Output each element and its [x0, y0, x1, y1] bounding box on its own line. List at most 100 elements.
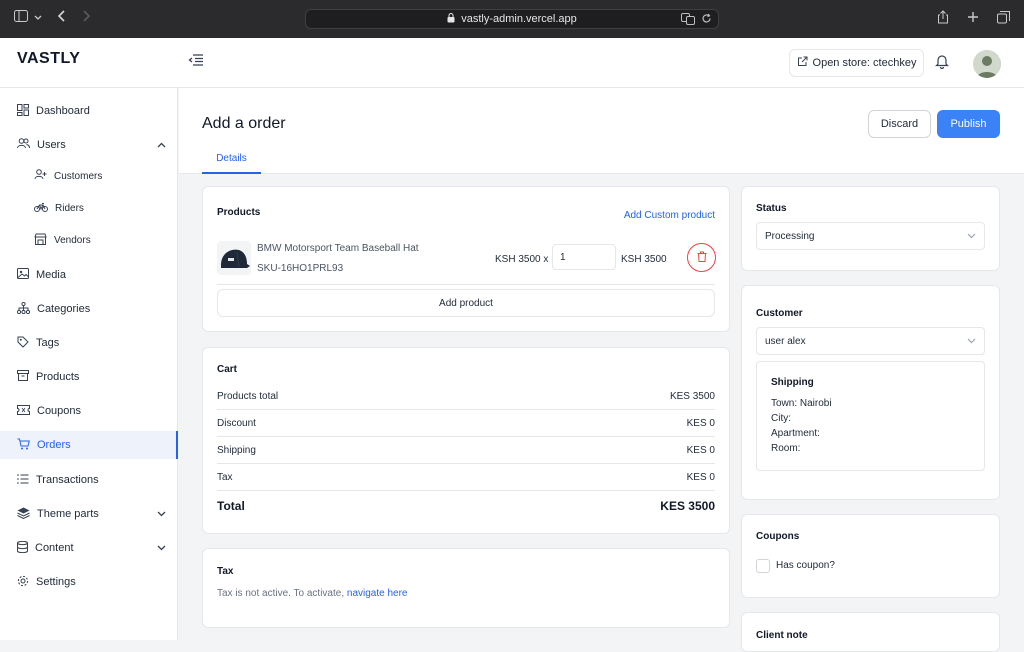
sidebar-item-transactions[interactable]: Transactions	[0, 466, 178, 494]
sidebar-item-label: Settings	[36, 576, 76, 588]
sidebar-item-label: Customers	[54, 170, 103, 182]
sidebar-item-settings[interactable]: Settings	[0, 568, 178, 596]
customer-select[interactable]: user alex	[756, 327, 985, 355]
layers-icon	[17, 507, 30, 522]
cart-row-label: Discount	[217, 418, 256, 429]
tab-details[interactable]: Details	[202, 149, 261, 174]
sidebar-item-label: Tags	[36, 337, 60, 349]
add-product-button[interactable]: Add product	[217, 289, 715, 317]
sidebar-item-customers[interactable]: Customers	[0, 162, 178, 190]
status-card: Status Processing	[741, 186, 1000, 271]
cart-title: Cart	[217, 364, 238, 375]
delete-product-button[interactable]	[687, 243, 716, 272]
client-note-title: Client note	[756, 630, 808, 641]
sidebar-item-users[interactable]: Users	[0, 131, 178, 159]
chevron-down-icon[interactable]	[157, 508, 166, 520]
sidebar-item-products[interactable]: Products	[0, 363, 178, 391]
sidebar-item-vendors[interactable]: Vendors	[0, 226, 178, 254]
sidebar-item-riders[interactable]: Riders	[0, 194, 178, 222]
sidebar-item-label: Users	[37, 139, 66, 151]
database-icon	[17, 540, 28, 556]
new-tab-icon[interactable]	[967, 11, 979, 26]
sidebar-item-categories[interactable]: Categories	[0, 295, 178, 323]
open-store-label: Open store: ctechkey	[812, 57, 917, 69]
list-icon	[17, 473, 29, 487]
main-content: Add a order Details Discard Publish Prod…	[179, 88, 1024, 652]
coupons-card: Coupons Has coupon?	[741, 514, 1000, 598]
sidebar-item-label: Coupons	[37, 405, 82, 417]
browser-toolbar: vastly-admin.vercel.app	[0, 0, 1024, 38]
sidebar-item-label: Categories	[37, 303, 91, 315]
product-name[interactable]: BMW Motorsport Team Baseball Hat	[257, 243, 419, 254]
gear-icon	[17, 575, 29, 590]
app-header: VASTLY Open store: ctechkey	[0, 38, 1024, 88]
cart-row-value: KES 0	[686, 418, 715, 429]
sidebar-item-label: Content	[35, 542, 74, 554]
customer-title: Customer	[756, 308, 803, 319]
sidebar-item-tags[interactable]: Tags	[0, 329, 178, 357]
sidebar-item-label: Vendors	[54, 234, 91, 246]
cart-icon	[17, 438, 30, 453]
cart-row-label: Shipping	[217, 445, 256, 456]
has-coupon-label[interactable]: Has coupon?	[776, 560, 835, 571]
users-icon	[17, 138, 30, 152]
collapse-sidebar-icon[interactable]	[188, 53, 204, 70]
tax-title: Tax	[217, 566, 234, 577]
sidebar-item-label: Riders	[55, 202, 84, 214]
chevron-down-icon[interactable]	[34, 12, 42, 24]
user-avatar[interactable]	[973, 50, 1001, 78]
status-value: Processing	[765, 230, 815, 242]
cart-total-label: Total	[217, 499, 245, 513]
sidebar-item-coupons[interactable]: Coupons	[0, 397, 178, 425]
back-icon[interactable]	[57, 10, 66, 25]
discard-button[interactable]: Discard	[868, 110, 931, 138]
has-coupon-checkbox[interactable]	[756, 559, 770, 573]
sitemap-icon	[16, 301, 31, 317]
sidebar-toggle-icon[interactable]	[14, 10, 28, 25]
chevron-down-icon	[967, 231, 976, 242]
open-store-button[interactable]: Open store: ctechkey	[789, 49, 924, 77]
cart-row-value: KES 3500	[669, 391, 715, 402]
divider	[217, 490, 715, 491]
tab-overview-icon[interactable]	[997, 10, 1010, 27]
ticket-icon	[17, 404, 30, 418]
trash-icon	[697, 251, 707, 265]
external-link-icon	[797, 56, 808, 70]
publish-button[interactable]: Publish	[937, 110, 1000, 138]
sidebar-item-dashboard[interactable]: Dashboard	[0, 97, 178, 125]
quantity-input[interactable]	[552, 244, 616, 270]
chevron-down-icon[interactable]	[157, 542, 166, 554]
app-logo[interactable]: VASTLY	[17, 50, 80, 68]
client-note-card: Client note	[741, 612, 1000, 652]
sidebar-item-label: Transactions	[36, 474, 99, 486]
user-plus-icon	[34, 169, 47, 183]
store-icon	[34, 233, 47, 248]
products-card: Products Add Custom product BMW Motorspo…	[202, 186, 730, 332]
sidebar-item-label: Orders	[37, 439, 71, 451]
notification-bell-icon[interactable]	[935, 53, 949, 72]
status-select[interactable]: Processing	[756, 222, 985, 250]
url-text: vastly-admin.vercel.app	[461, 13, 577, 25]
sidebar-item-orders[interactable]: Orders	[0, 431, 178, 459]
customer-value: user alex	[765, 335, 806, 347]
cart-card: Cart Products total KES 3500 Discount KE…	[202, 347, 730, 534]
cart-row-label: Tax	[217, 472, 233, 483]
shipping-title: Shipping	[771, 377, 814, 388]
cart-row-value: KES 0	[686, 445, 715, 456]
translate-icon[interactable]	[681, 13, 695, 28]
product-unit-price: KSH 3500 x	[495, 254, 549, 265]
add-custom-product-link[interactable]: Add Custom product	[624, 210, 715, 221]
share-icon[interactable]	[937, 10, 949, 27]
chevron-up-icon[interactable]	[157, 139, 166, 151]
reload-icon[interactable]	[701, 13, 712, 28]
address-bar[interactable]: vastly-admin.vercel.app	[305, 9, 719, 29]
shipping-box: Shipping Town: Nairobi City: Apartment: …	[756, 361, 985, 471]
navigate-here-link[interactable]: navigate here	[347, 588, 408, 599]
sidebar-item-theme-parts[interactable]: Theme parts	[0, 500, 178, 528]
tax-card: Tax Tax is not active. To activate, navi…	[202, 548, 730, 628]
bike-icon	[34, 202, 48, 215]
sidebar-item-media[interactable]: Media	[0, 261, 178, 289]
product-row: BMW Motorsport Team Baseball Hat SKU-16H…	[217, 239, 716, 285]
sidebar-item-content[interactable]: Content	[0, 534, 178, 562]
forward-icon[interactable]	[82, 10, 91, 25]
